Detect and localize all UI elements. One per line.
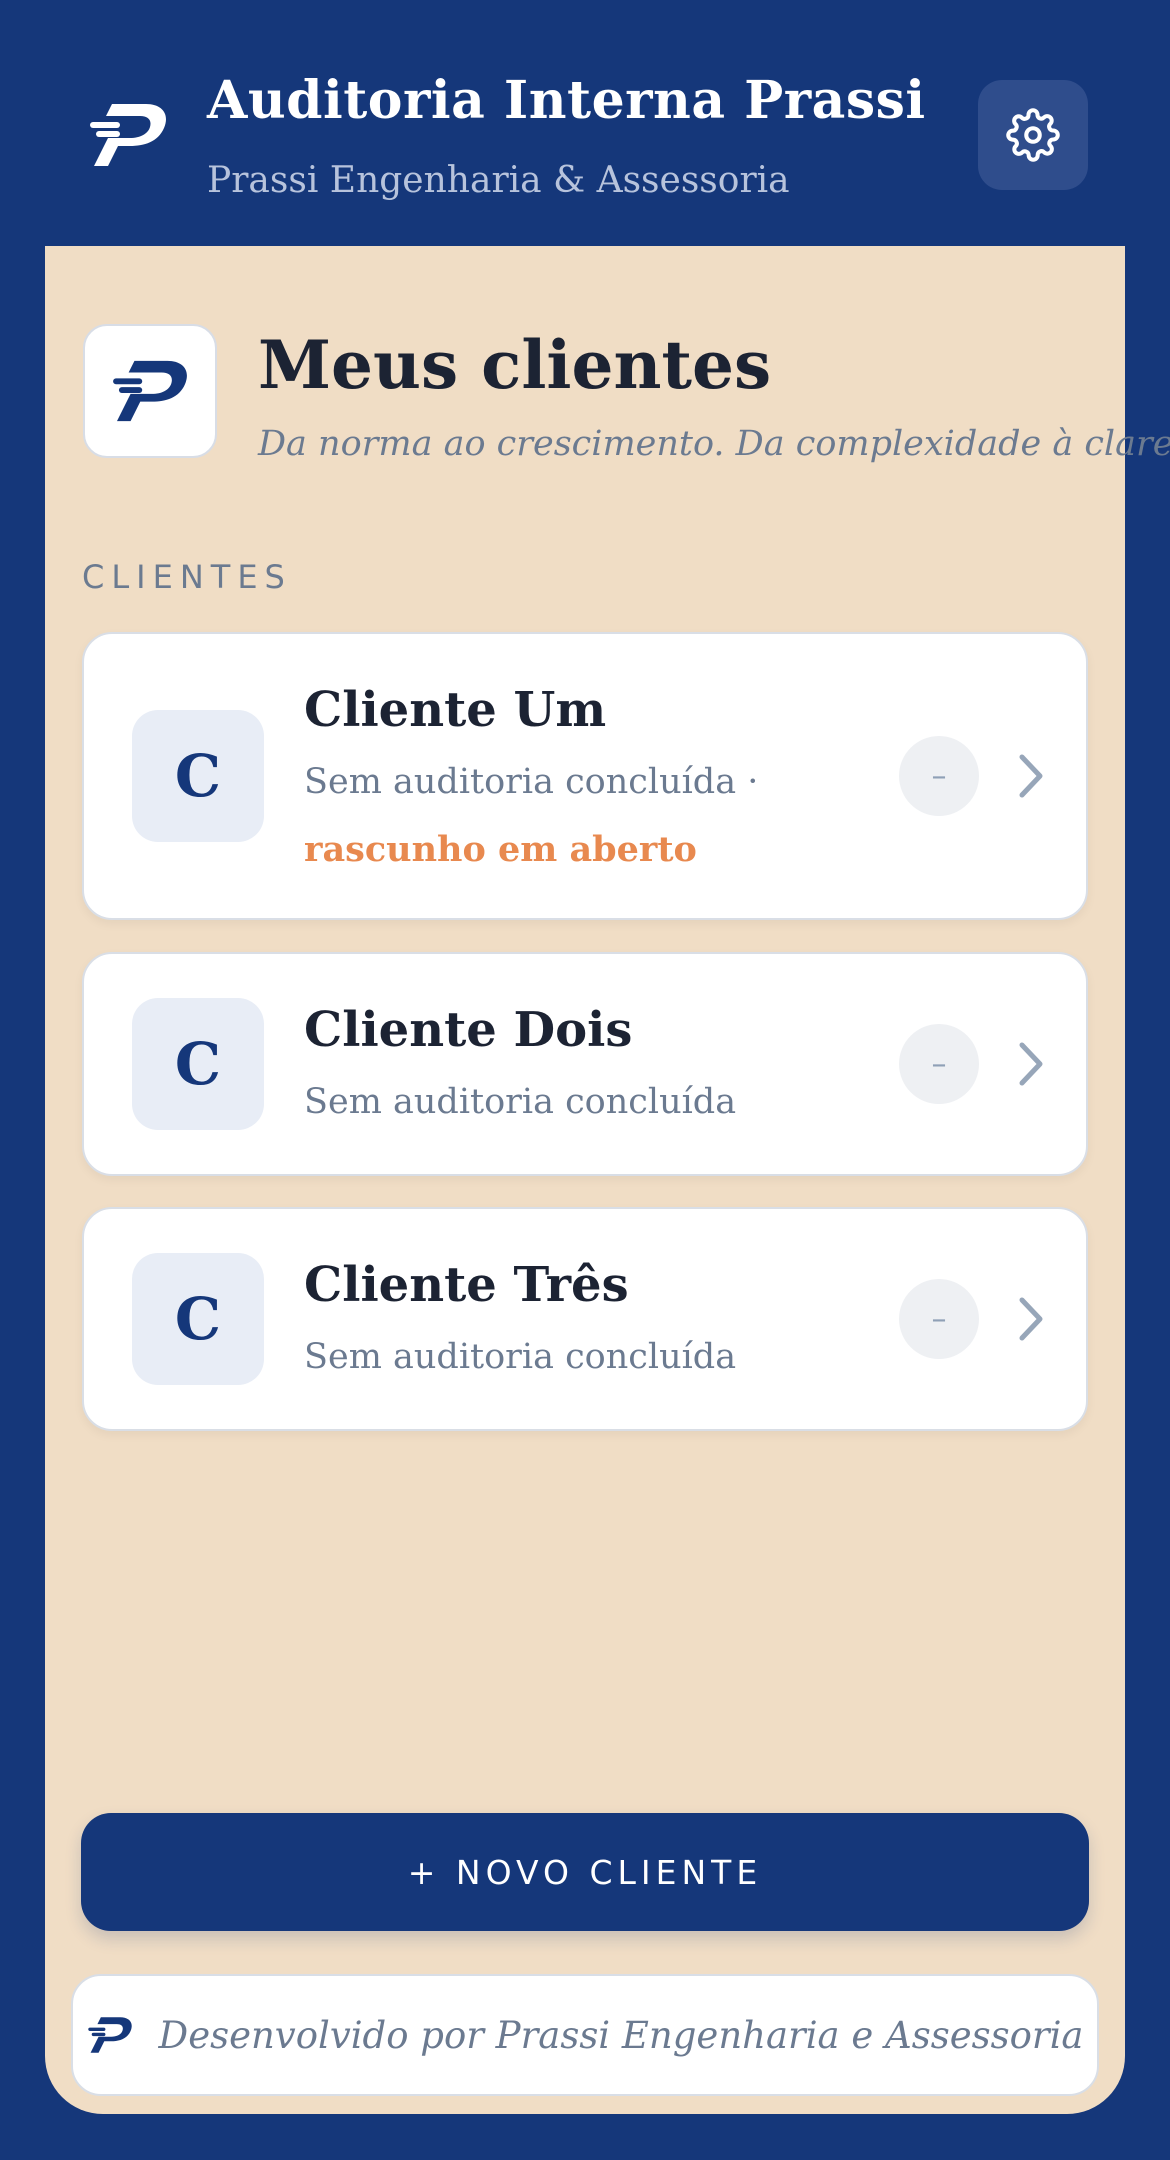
status-separator: · xyxy=(736,762,759,802)
client-card[interactable]: C Cliente Dois Sem auditoria concluída – xyxy=(82,952,1088,1176)
client-avatar: C xyxy=(132,1253,264,1385)
page-title: Meus clientes xyxy=(258,326,772,404)
chevron-right-icon xyxy=(1019,754,1043,798)
prassi-logo-icon xyxy=(90,104,166,166)
hero-logo xyxy=(83,324,217,458)
score-pill: – xyxy=(899,736,979,816)
client-status: Sem auditoria concluída · rascunho em ab… xyxy=(304,748,864,884)
client-name: Cliente Dois xyxy=(304,1002,633,1058)
client-card[interactable]: C Cliente Três Sem auditoria concluída – xyxy=(82,1207,1088,1431)
client-name: Cliente Um xyxy=(304,682,607,738)
settings-button[interactable] xyxy=(978,80,1088,190)
new-client-button[interactable]: + NOVO CLIENTE xyxy=(81,1813,1089,1931)
footer: Desenvolvido por Prassi Engenharia e Ass… xyxy=(71,1974,1099,2096)
prassi-logo-icon xyxy=(87,2017,132,2053)
client-status: Sem auditoria concluída xyxy=(304,1337,737,1377)
client-avatar: C xyxy=(132,710,264,842)
client-status-text: Sem auditoria concluída xyxy=(304,762,737,802)
client-avatar: C xyxy=(132,998,264,1130)
score-pill: – xyxy=(899,1279,979,1359)
chevron-right-icon xyxy=(1019,1297,1043,1341)
main-panel: Meus clientes Da norma ao crescimento. D… xyxy=(45,246,1170,2114)
footer-text: Desenvolvido por Prassi Engenharia e Ass… xyxy=(158,2013,1084,2057)
app-title: Auditoria Interna Prassi xyxy=(207,70,926,131)
prassi-logo-icon xyxy=(113,360,187,422)
draft-badge: rascunho em aberto xyxy=(304,829,697,870)
chevron-right-icon xyxy=(1019,1042,1043,1086)
app-header: Auditoria Interna Prassi Prassi Engenhar… xyxy=(0,0,1170,246)
score-pill: – xyxy=(899,1024,979,1104)
page-tagline: Da norma ao crescimento. Da complexidade… xyxy=(258,424,1170,464)
gear-icon xyxy=(1006,108,1060,162)
section-label: CLIENTES xyxy=(82,558,292,596)
client-name: Cliente Três xyxy=(304,1257,629,1313)
client-status: Sem auditoria concluída xyxy=(304,1082,737,1122)
app-subtitle: Prassi Engenharia & Assessoria xyxy=(207,160,790,201)
client-card[interactable]: C Cliente Um Sem auditoria concluída · r… xyxy=(82,632,1088,920)
